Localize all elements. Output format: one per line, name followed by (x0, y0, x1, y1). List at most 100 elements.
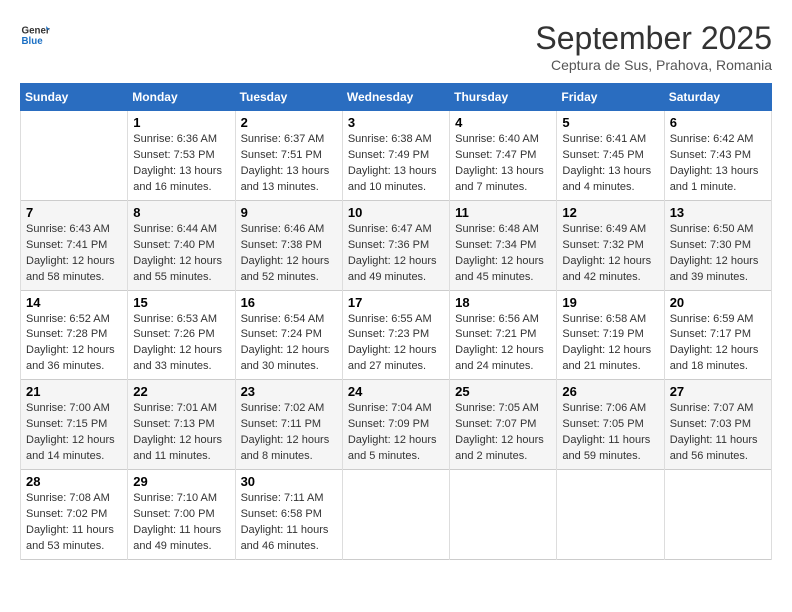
calendar-cell: 25 Sunrise: 7:05 AM Sunset: 7:07 PM Dayli… (450, 380, 557, 470)
day-info: Sunrise: 6:37 AM Sunset: 7:51 PM Dayligh… (241, 132, 337, 196)
day-info: Sunrise: 6:36 AM Sunset: 7:53 PM Dayligh… (133, 132, 229, 196)
svg-text:Blue: Blue (22, 36, 44, 47)
calendar-cell: 17 Sunrise: 6:55 AM Sunset: 7:23 PM Dayli… (342, 290, 449, 380)
title-block: September 2025 Ceptura de Sus, Prahova, … (535, 20, 772, 73)
day-number: 28 (26, 474, 122, 489)
day-number: 14 (26, 295, 122, 310)
weekday-header-friday: Friday (557, 84, 664, 111)
calendar-cell: 11 Sunrise: 6:48 AM Sunset: 7:34 PM Dayli… (450, 200, 557, 290)
calendar-cell: 21Sunrise: 7:00 AM Sunset: 7:15 PM Dayli… (21, 380, 128, 470)
day-info: Sunrise: 6:40 AM Sunset: 7:47 PM Dayligh… (455, 132, 551, 196)
calendar-cell: 23 Sunrise: 7:02 AM Sunset: 7:11 PM Dayli… (235, 380, 342, 470)
calendar-cell: 9 Sunrise: 6:46 AM Sunset: 7:38 PM Daylig… (235, 200, 342, 290)
day-info: Sunrise: 7:07 AM Sunset: 7:03 PM Dayligh… (670, 401, 766, 465)
day-number: 20 (670, 295, 766, 310)
day-number: 1 (133, 115, 229, 130)
day-info: Sunrise: 6:56 AM Sunset: 7:21 PM Dayligh… (455, 312, 551, 376)
day-info: Sunrise: 6:42 AM Sunset: 7:43 PM Dayligh… (670, 132, 766, 196)
weekday-header-saturday: Saturday (664, 84, 771, 111)
day-number: 18 (455, 295, 551, 310)
day-info: Sunrise: 7:08 AM Sunset: 7:02 PM Dayligh… (26, 491, 122, 555)
calendar-week-row: 21Sunrise: 7:00 AM Sunset: 7:15 PM Dayli… (21, 380, 772, 470)
day-number: 23 (241, 384, 337, 399)
day-info: Sunrise: 6:54 AM Sunset: 7:24 PM Dayligh… (241, 312, 337, 376)
day-number: 11 (455, 205, 551, 220)
day-info: Sunrise: 7:02 AM Sunset: 7:11 PM Dayligh… (241, 401, 337, 465)
day-number: 24 (348, 384, 444, 399)
day-number: 25 (455, 384, 551, 399)
location-subtitle: Ceptura de Sus, Prahova, Romania (535, 57, 772, 73)
day-number: 8 (133, 205, 229, 220)
day-number: 16 (241, 295, 337, 310)
day-info: Sunrise: 6:46 AM Sunset: 7:38 PM Dayligh… (241, 222, 337, 286)
calendar-cell: 22Sunrise: 7:01 AM Sunset: 7:13 PM Dayli… (128, 380, 235, 470)
day-number: 21 (26, 384, 122, 399)
day-number: 7 (26, 205, 122, 220)
calendar-week-row: 14 Sunrise: 6:52 AM Sunset: 7:28 PM Dayli… (21, 290, 772, 380)
calendar-cell: 3 Sunrise: 6:38 AM Sunset: 7:49 PM Daylig… (342, 111, 449, 201)
day-number: 19 (562, 295, 658, 310)
calendar-cell: 20Sunrise: 6:59 AM Sunset: 7:17 PM Dayli… (664, 290, 771, 380)
calendar-week-row: 7 Sunrise: 6:43 AM Sunset: 7:41 PM Daylig… (21, 200, 772, 290)
calendar-cell (450, 470, 557, 560)
month-title: September 2025 (535, 20, 772, 57)
calendar-cell: 7 Sunrise: 6:43 AM Sunset: 7:41 PM Daylig… (21, 200, 128, 290)
day-info: Sunrise: 6:55 AM Sunset: 7:23 PM Dayligh… (348, 312, 444, 376)
calendar-cell: 26Sunrise: 7:06 AM Sunset: 7:05 PM Dayli… (557, 380, 664, 470)
day-number: 22 (133, 384, 229, 399)
calendar-cell: 27 Sunrise: 7:07 AM Sunset: 7:03 PM Dayli… (664, 380, 771, 470)
logo: General Blue (20, 20, 50, 50)
calendar-cell: 15 Sunrise: 6:53 AM Sunset: 7:26 PM Dayli… (128, 290, 235, 380)
day-number: 9 (241, 205, 337, 220)
weekday-header-row: SundayMondayTuesdayWednesdayThursdayFrid… (21, 84, 772, 111)
calendar-cell: 5Sunrise: 6:41 AM Sunset: 7:45 PM Daylig… (557, 111, 664, 201)
day-number: 5 (562, 115, 658, 130)
day-number: 27 (670, 384, 766, 399)
day-number: 13 (670, 205, 766, 220)
day-info: Sunrise: 6:47 AM Sunset: 7:36 PM Dayligh… (348, 222, 444, 286)
day-info: Sunrise: 6:53 AM Sunset: 7:26 PM Dayligh… (133, 312, 229, 376)
day-info: Sunrise: 6:38 AM Sunset: 7:49 PM Dayligh… (348, 132, 444, 196)
day-info: Sunrise: 7:04 AM Sunset: 7:09 PM Dayligh… (348, 401, 444, 465)
weekday-header-monday: Monday (128, 84, 235, 111)
weekday-header-sunday: Sunday (21, 84, 128, 111)
calendar-cell: 13 Sunrise: 6:50 AM Sunset: 7:30 PM Dayli… (664, 200, 771, 290)
calendar-cell: 10Sunrise: 6:47 AM Sunset: 7:36 PM Dayli… (342, 200, 449, 290)
weekday-header-thursday: Thursday (450, 84, 557, 111)
calendar-cell: 30 Sunrise: 7:11 AM Sunset: 6:58 PM Dayli… (235, 470, 342, 560)
calendar-cell: 14 Sunrise: 6:52 AM Sunset: 7:28 PM Dayli… (21, 290, 128, 380)
calendar-cell: 1 Sunrise: 6:36 AM Sunset: 7:53 PM Daylig… (128, 111, 235, 201)
day-number: 30 (241, 474, 337, 489)
day-number: 2 (241, 115, 337, 130)
day-number: 15 (133, 295, 229, 310)
calendar-cell: 8 Sunrise: 6:44 AM Sunset: 7:40 PM Daylig… (128, 200, 235, 290)
day-number: 29 (133, 474, 229, 489)
day-info: Sunrise: 7:11 AM Sunset: 6:58 PM Dayligh… (241, 491, 337, 555)
day-info: Sunrise: 6:50 AM Sunset: 7:30 PM Dayligh… (670, 222, 766, 286)
day-number: 6 (670, 115, 766, 130)
calendar-cell (664, 470, 771, 560)
svg-text:General: General (22, 26, 51, 37)
day-info: Sunrise: 6:52 AM Sunset: 7:28 PM Dayligh… (26, 312, 122, 376)
weekday-header-tuesday: Tuesday (235, 84, 342, 111)
day-info: Sunrise: 6:49 AM Sunset: 7:32 PM Dayligh… (562, 222, 658, 286)
calendar-cell: 29Sunrise: 7:10 AM Sunset: 7:00 PM Dayli… (128, 470, 235, 560)
calendar-cell: 6 Sunrise: 6:42 AM Sunset: 7:43 PM Daylig… (664, 111, 771, 201)
day-info: Sunrise: 7:05 AM Sunset: 7:07 PM Dayligh… (455, 401, 551, 465)
day-info: Sunrise: 6:43 AM Sunset: 7:41 PM Dayligh… (26, 222, 122, 286)
logo-icon: General Blue (20, 20, 50, 50)
page-header: General Blue September 2025 Ceptura de S… (20, 20, 772, 73)
day-number: 12 (562, 205, 658, 220)
calendar-cell: 24 Sunrise: 7:04 AM Sunset: 7:09 PM Dayli… (342, 380, 449, 470)
day-info: Sunrise: 7:06 AM Sunset: 7:05 PM Dayligh… (562, 401, 658, 465)
calendar-cell (342, 470, 449, 560)
calendar-week-row: 1 Sunrise: 6:36 AM Sunset: 7:53 PM Daylig… (21, 111, 772, 201)
calendar-cell: 2 Sunrise: 6:37 AM Sunset: 7:51 PM Daylig… (235, 111, 342, 201)
day-number: 3 (348, 115, 444, 130)
calendar-cell (21, 111, 128, 201)
calendar-table: SundayMondayTuesdayWednesdayThursdayFrid… (20, 83, 772, 560)
calendar-cell: 16 Sunrise: 6:54 AM Sunset: 7:24 PM Dayli… (235, 290, 342, 380)
day-info: Sunrise: 6:44 AM Sunset: 7:40 PM Dayligh… (133, 222, 229, 286)
day-number: 17 (348, 295, 444, 310)
day-info: Sunrise: 6:48 AM Sunset: 7:34 PM Dayligh… (455, 222, 551, 286)
